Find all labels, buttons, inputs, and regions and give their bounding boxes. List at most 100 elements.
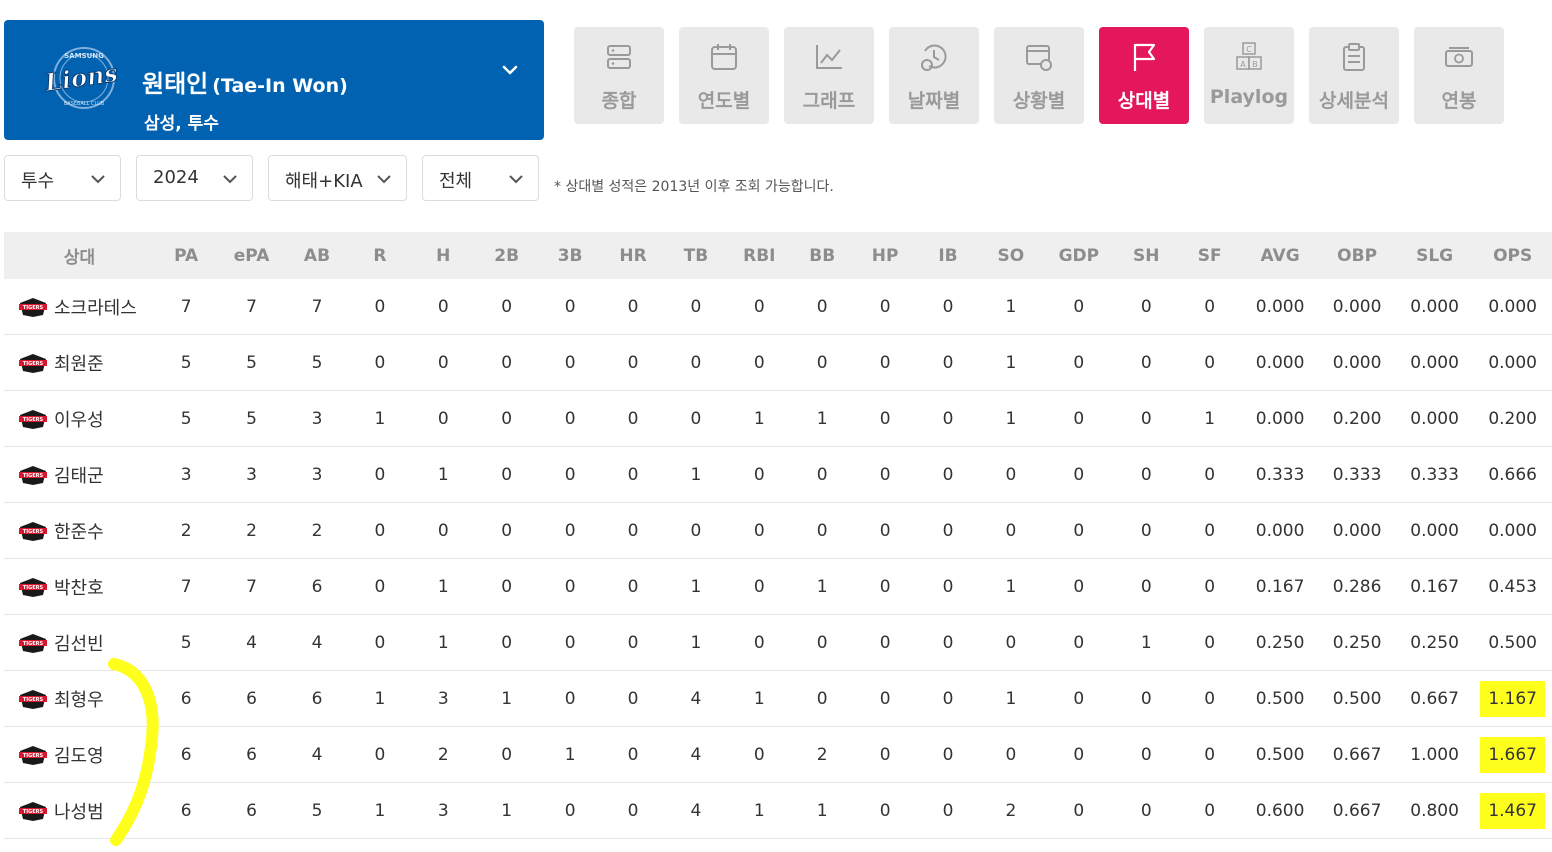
col-header[interactable]: GDP <box>1042 232 1116 279</box>
stat-cell: 0.000 <box>1395 279 1474 335</box>
opponent-name[interactable]: 소크라테스 <box>54 298 137 319</box>
opponent-name[interactable]: 한준수 <box>54 522 104 543</box>
col-header[interactable]: OBP <box>1318 232 1396 279</box>
tab-summary[interactable]: 종합 <box>574 27 664 124</box>
tab-by-situation[interactable]: 상황별 <box>994 27 1084 124</box>
col-header[interactable]: AB <box>285 232 349 279</box>
tab-by-opponent[interactable]: 상대별 <box>1099 27 1189 124</box>
col-header[interactable]: AVG <box>1241 232 1319 279</box>
stat-cell: 0 <box>853 670 917 727</box>
table-header-row: 상대 PA ePA AB R H 2B 3B HR TB RBI BB HP I… <box>4 232 1552 279</box>
stat-cell: 1 <box>348 390 412 447</box>
col-header[interactable]: TB <box>664 232 728 279</box>
tab-by-year[interactable]: 연도별 <box>679 27 769 124</box>
stat-cell: 0 <box>727 614 792 671</box>
stat-cell: 1 <box>979 670 1043 727</box>
svg-text:C: C <box>1246 45 1252 54</box>
opponent-name[interactable]: 최원준 <box>54 354 104 375</box>
stat-cell: 2 <box>411 726 475 783</box>
col-header[interactable]: 2B <box>475 232 539 279</box>
player-name-ko: 원태인 <box>142 70 209 98</box>
opponent-cell: TIGERS 이우성 <box>4 390 155 447</box>
col-header[interactable]: IB <box>916 232 980 279</box>
stat-cell: 7 <box>154 558 218 615</box>
stat-cell: 0 <box>791 614 854 671</box>
stat-cell: 0 <box>979 614 1043 671</box>
chevron-down-icon[interactable] <box>500 60 520 80</box>
stat-cell: 1 <box>411 614 475 671</box>
stat-cell: 0 <box>411 502 475 559</box>
tab-graph[interactable]: 그래프 <box>784 27 874 124</box>
stat-cell: 0 <box>601 670 665 727</box>
stat-cell: 2 <box>979 782 1043 839</box>
stat-cell: 2 <box>791 726 854 783</box>
col-header[interactable]: HP <box>853 232 917 279</box>
stat-cell: 0 <box>601 782 665 839</box>
stat-cell: 0.000 <box>1473 502 1552 559</box>
opponent-name[interactable]: 최형우 <box>54 690 104 711</box>
opponent-name[interactable]: 박찬호 <box>54 578 104 599</box>
stat-cell: 0 <box>1115 558 1178 615</box>
opponent-name[interactable]: 김선빈 <box>54 634 104 655</box>
stat-cell: 0.000 <box>1395 502 1474 559</box>
stat-cell: 0.167 <box>1395 558 1474 615</box>
stat-cell: 0 <box>791 502 854 559</box>
player-name-en: (Tae-In Won) <box>212 75 348 97</box>
stat-cell: 0 <box>1042 726 1116 783</box>
opponent-cell: TIGERS 한준수 <box>4 502 155 559</box>
stat-cell: 0 <box>916 782 980 839</box>
stat-cell: 0.500 <box>1241 670 1319 727</box>
col-header[interactable]: SH <box>1115 232 1178 279</box>
opponent-cell: TIGERS 나성범 <box>4 782 155 839</box>
tab-by-date[interactable]: 날짜별 <box>889 27 979 124</box>
stat-cell: 3 <box>411 670 475 727</box>
stat-cell: 0 <box>853 614 917 671</box>
stat-cell: 0 <box>1177 446 1242 503</box>
tab-salary[interactable]: 연봉 <box>1414 27 1504 124</box>
col-header[interactable]: 상대 <box>4 232 155 279</box>
scope-select[interactable]: 전체 <box>422 155 539 201</box>
stat-cell: 0 <box>916 334 980 391</box>
col-header[interactable]: BB <box>791 232 854 279</box>
stat-cell: 2 <box>285 502 349 559</box>
stat-cell: 7 <box>217 279 286 335</box>
position-select[interactable]: 투수 <box>4 155 121 201</box>
stat-cell: 0 <box>538 390 602 447</box>
stat-cell: 0 <box>1177 558 1242 615</box>
col-header[interactable]: ePA <box>217 232 286 279</box>
opponent-name[interactable]: 나성범 <box>54 802 104 823</box>
stat-cell: 0 <box>1042 670 1116 727</box>
stat-cell: 0.667 <box>1395 670 1474 727</box>
opponent-name[interactable]: 김도영 <box>54 746 104 767</box>
stat-cell: 0 <box>601 614 665 671</box>
opponent-name[interactable]: 이우성 <box>54 410 104 431</box>
col-header[interactable]: RBI <box>727 232 792 279</box>
stat-cell: 0 <box>538 782 602 839</box>
col-header[interactable]: OPS <box>1473 232 1552 279</box>
svg-text:TIGERS: TIGERS <box>23 473 44 479</box>
col-header[interactable]: 3B <box>538 232 602 279</box>
col-header[interactable]: SO <box>979 232 1043 279</box>
col-header[interactable]: SF <box>1177 232 1242 279</box>
col-header[interactable]: PA <box>154 232 218 279</box>
tab-detail-analysis[interactable]: 상세분석 <box>1309 27 1399 124</box>
opponent-name[interactable]: 김태군 <box>54 466 104 487</box>
stat-cell: 0.000 <box>1318 334 1396 391</box>
col-header[interactable]: H <box>411 232 475 279</box>
tab-playlog[interactable]: CAB Playlog <box>1204 27 1294 124</box>
stat-cell: 4 <box>285 614 349 671</box>
stat-cell: 0 <box>411 279 475 335</box>
stat-cell: 0 <box>853 502 917 559</box>
team-select[interactable]: 해태+KIA <box>268 155 407 201</box>
chevron-down-icon <box>509 175 523 184</box>
stat-cell: 0 <box>601 390 665 447</box>
year-select[interactable]: 2024 <box>136 155 253 201</box>
opponent-cell: TIGERS 김도영 <box>4 726 155 783</box>
col-header[interactable]: SLG <box>1395 232 1474 279</box>
col-header[interactable]: HR <box>601 232 665 279</box>
stat-cell: 0 <box>664 390 728 447</box>
highlighted-ops-value: 1.467 <box>1480 792 1545 829</box>
stat-cell: 1 <box>979 279 1043 335</box>
svg-text:TIGERS: TIGERS <box>23 305 44 311</box>
col-header[interactable]: R <box>348 232 412 279</box>
